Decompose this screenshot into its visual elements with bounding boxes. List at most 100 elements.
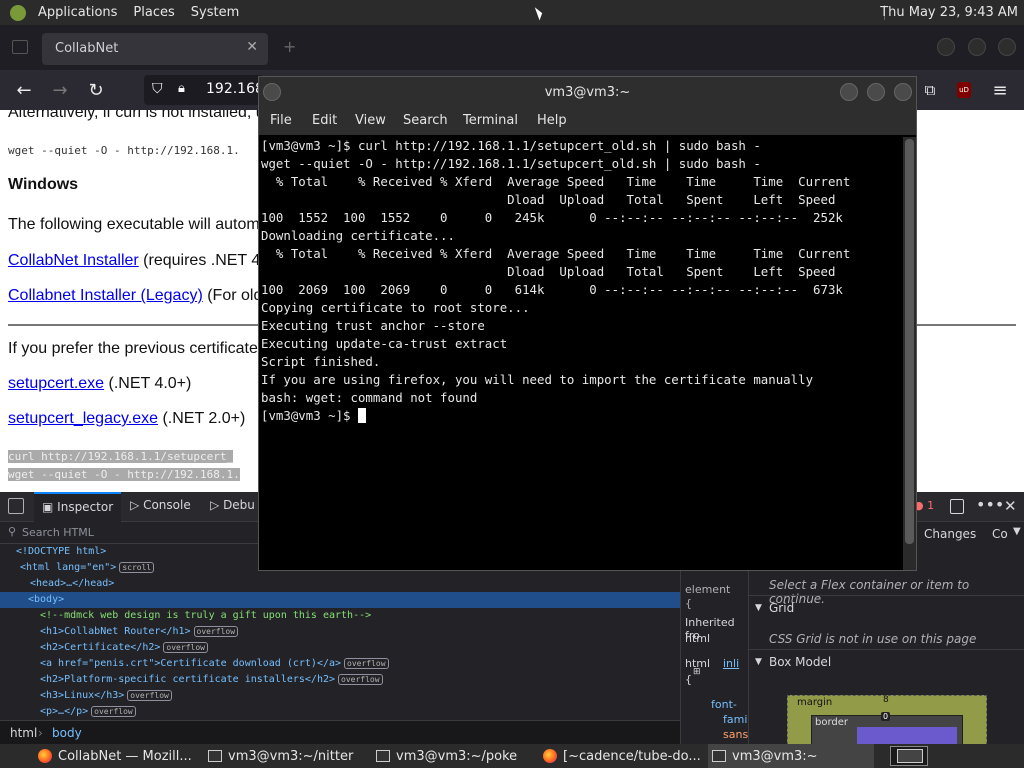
terminal-line: Copying certificate to root store... (261, 300, 530, 315)
setupcert-legacy-link[interactable]: setupcert_legacy.exe (8, 410, 158, 427)
markup-badge[interactable]: overflow (91, 706, 136, 717)
margin-top-value[interactable]: 8 (883, 695, 889, 705)
devtools-menu-icon[interactable]: ••• (976, 495, 1004, 514)
markup-node[interactable]: <!DOCTYPE html> (16, 544, 106, 560)
error-count-icon[interactable]: ● 1 (914, 499, 934, 512)
terminal-prompt: [vm3@vm3 ~]$ (261, 408, 358, 423)
markup-node[interactable]: <p>…</p> overflow (40, 704, 136, 720)
markup-node[interactable]: <h1>CollabNet Router</h1> overflow (40, 624, 239, 640)
menu-system[interactable]: System (183, 5, 247, 20)
markup-badge[interactable]: overflow (344, 658, 389, 669)
markup-badge[interactable]: overflow (338, 674, 383, 685)
markup-node[interactable]: <h3>Linux</h3> overflow (40, 688, 172, 704)
distro-logo-icon[interactable] (10, 4, 26, 21)
grid-section-header[interactable]: ▼ Grid (749, 595, 1024, 621)
setupcert-link[interactable]: setupcert.exe (8, 375, 104, 392)
border-label: border (815, 717, 849, 728)
taskbar-item-firefox-tube[interactable]: [~cadence/tube-do... (543, 744, 703, 768)
collabnet-installer-link[interactable]: CollabNet Installer (8, 252, 139, 269)
hamburger-menu-icon[interactable]: ≡ (988, 78, 1012, 102)
markup-badge[interactable]: overflow (127, 690, 172, 701)
back-icon[interactable]: ← (12, 78, 36, 102)
markup-node[interactable]: <!--mdmck web design is truly a gift upo… (40, 608, 371, 624)
terminal-minimize-icon[interactable] (840, 83, 858, 101)
window-minimize-icon[interactable] (937, 38, 955, 56)
markup-node[interactable]: <h2>Platform-specific certificate instal… (40, 672, 383, 688)
terminal-menu-help[interactable]: Help (537, 113, 567, 128)
tab-collabnet[interactable]: CollabNet ✕ (42, 33, 268, 65)
ublock-icon[interactable]: uD (957, 82, 971, 98)
tabs-overflow-icon[interactable]: ▼ (1013, 526, 1021, 537)
terminal-menu-search[interactable]: Search (403, 113, 448, 128)
element-picker-icon[interactable] (8, 498, 24, 514)
debugger-tab[interactable]: ▷ Debu (210, 498, 255, 512)
terminal-menu-view[interactable]: View (355, 113, 386, 128)
terminal-menu-terminal[interactable]: Terminal (463, 113, 518, 128)
clock[interactable]: Thu May 23, 9:43 AM (880, 5, 1018, 20)
markup-node[interactable]: <h2>Certificate</h2> overflow (40, 640, 208, 656)
terminal-menu-edit[interactable]: Edit (312, 113, 337, 128)
breadcrumb-body[interactable]: body (52, 726, 82, 740)
setupcert-legacy-line: setupcert_legacy.exe (.NET 2.0+) (8, 410, 245, 428)
inspector-tab[interactable]: ▣ Inspector (34, 492, 122, 522)
terminal-scrollbar-thumb[interactable] (905, 139, 914, 544)
close-tab-icon[interactable]: ✕ (246, 39, 258, 55)
terminal-line: 100 2069 100 2069 0 0 614k 0 --:--:-- --… (261, 282, 843, 297)
tracking-shield-icon[interactable]: ⛉ (152, 81, 163, 97)
grid-highlight-icon[interactable]: ⊞ (693, 667, 701, 677)
lock-icon[interactable]: 🔒︎ (178, 81, 185, 96)
markup-badge[interactable]: overflow (163, 642, 208, 653)
menu-places[interactable]: Places (125, 5, 182, 20)
box-model-header[interactable]: ▼ Box Model (749, 649, 1024, 675)
terminal-window[interactable]: vm3@vm3:~ File Edit View Search Terminal… (258, 76, 917, 571)
url-bar[interactable]: ⛉ 🔒︎ 192.168. (144, 75, 268, 105)
terminal-line: Dload Upload Total Spent Left Speed (261, 264, 836, 279)
terminal-maximize-icon[interactable] (867, 83, 885, 101)
border-top-value[interactable]: 0 (881, 712, 891, 721)
forward-icon[interactable]: → (48, 78, 72, 102)
extensions-icon[interactable]: ⧉ (918, 78, 942, 102)
terminal-close-icon[interactable] (894, 83, 912, 101)
collabnet-legacy-link[interactable]: Collabnet Installer (Legacy) (8, 287, 203, 304)
rule-source-link[interactable]: inli (723, 657, 739, 670)
window-maximize-icon[interactable] (968, 38, 986, 56)
taskbar-item-terminal-nitter[interactable]: vm3@vm3:~/nitter (208, 744, 368, 768)
terminal-prompt-line[interactable]: [vm3@vm3 ~]$ (261, 407, 903, 425)
reload-icon[interactable]: ↻ (84, 78, 108, 102)
breadcrumb-html[interactable]: html (10, 726, 37, 740)
terminal-cursor (357, 408, 366, 423)
terminal-line: Script finished. (261, 354, 381, 369)
terminal-line: wget --quiet -O - http://192.168.1.1/set… (261, 156, 761, 171)
window-close-icon[interactable] (998, 38, 1016, 56)
taskbar-item-firefox-collabnet[interactable]: CollabNet — Mozill... (38, 744, 198, 768)
taskbar-item-terminal-home[interactable]: vm3@vm3:~ (708, 744, 874, 768)
terminal-scrollbar[interactable] (903, 137, 916, 570)
markup-node[interactable]: <body> (0, 592, 680, 608)
workspace-switcher[interactable] (890, 746, 928, 766)
computed-tab[interactable]: Co (992, 527, 1008, 541)
taskbar-item-label: vm3@vm3:~/nitter (228, 748, 354, 764)
terminal-line: Executing update-ca-trust extract (261, 336, 508, 351)
taskbar-item-label: vm3@vm3:~/poke (396, 748, 518, 764)
devtools-close-icon[interactable]: ✕ (1004, 497, 1017, 515)
markup-badge[interactable]: scroll (119, 562, 155, 573)
menu-applications[interactable]: Applications (30, 5, 125, 20)
box-model-padding[interactable] (857, 727, 957, 744)
markup-badge[interactable]: overflow (193, 626, 239, 637)
markup-node[interactable]: <html lang="en"> scroll (20, 560, 155, 576)
markup-node[interactable]: <head>…</head> (30, 576, 114, 592)
firefox-view-icon[interactable] (12, 40, 28, 54)
terminal-title-bar[interactable]: vm3@vm3:~ (259, 77, 916, 107)
terminal-line: Executing trust anchor --store (261, 318, 485, 333)
search-html-input[interactable]: Search HTML (22, 526, 94, 539)
terminal-menu-file[interactable]: File (270, 113, 292, 128)
changes-tab[interactable]: Changes (924, 527, 976, 541)
console-tab[interactable]: ▷ Console (130, 498, 191, 512)
terminal-output[interactable]: [vm3@vm3 ~]$ curl http://192.168.1.1/set… (259, 137, 903, 570)
new-tab-icon[interactable]: + (283, 37, 296, 56)
markup-node[interactable]: <a href="penis.crt">Certificate download… (40, 656, 389, 672)
dock-icon[interactable] (950, 499, 964, 514)
taskbar-item-terminal-poke[interactable]: vm3@vm3:~/poke (376, 744, 536, 768)
terminal-icon (208, 750, 222, 762)
link1-suffix: (requires .NET 4 (138, 252, 261, 269)
